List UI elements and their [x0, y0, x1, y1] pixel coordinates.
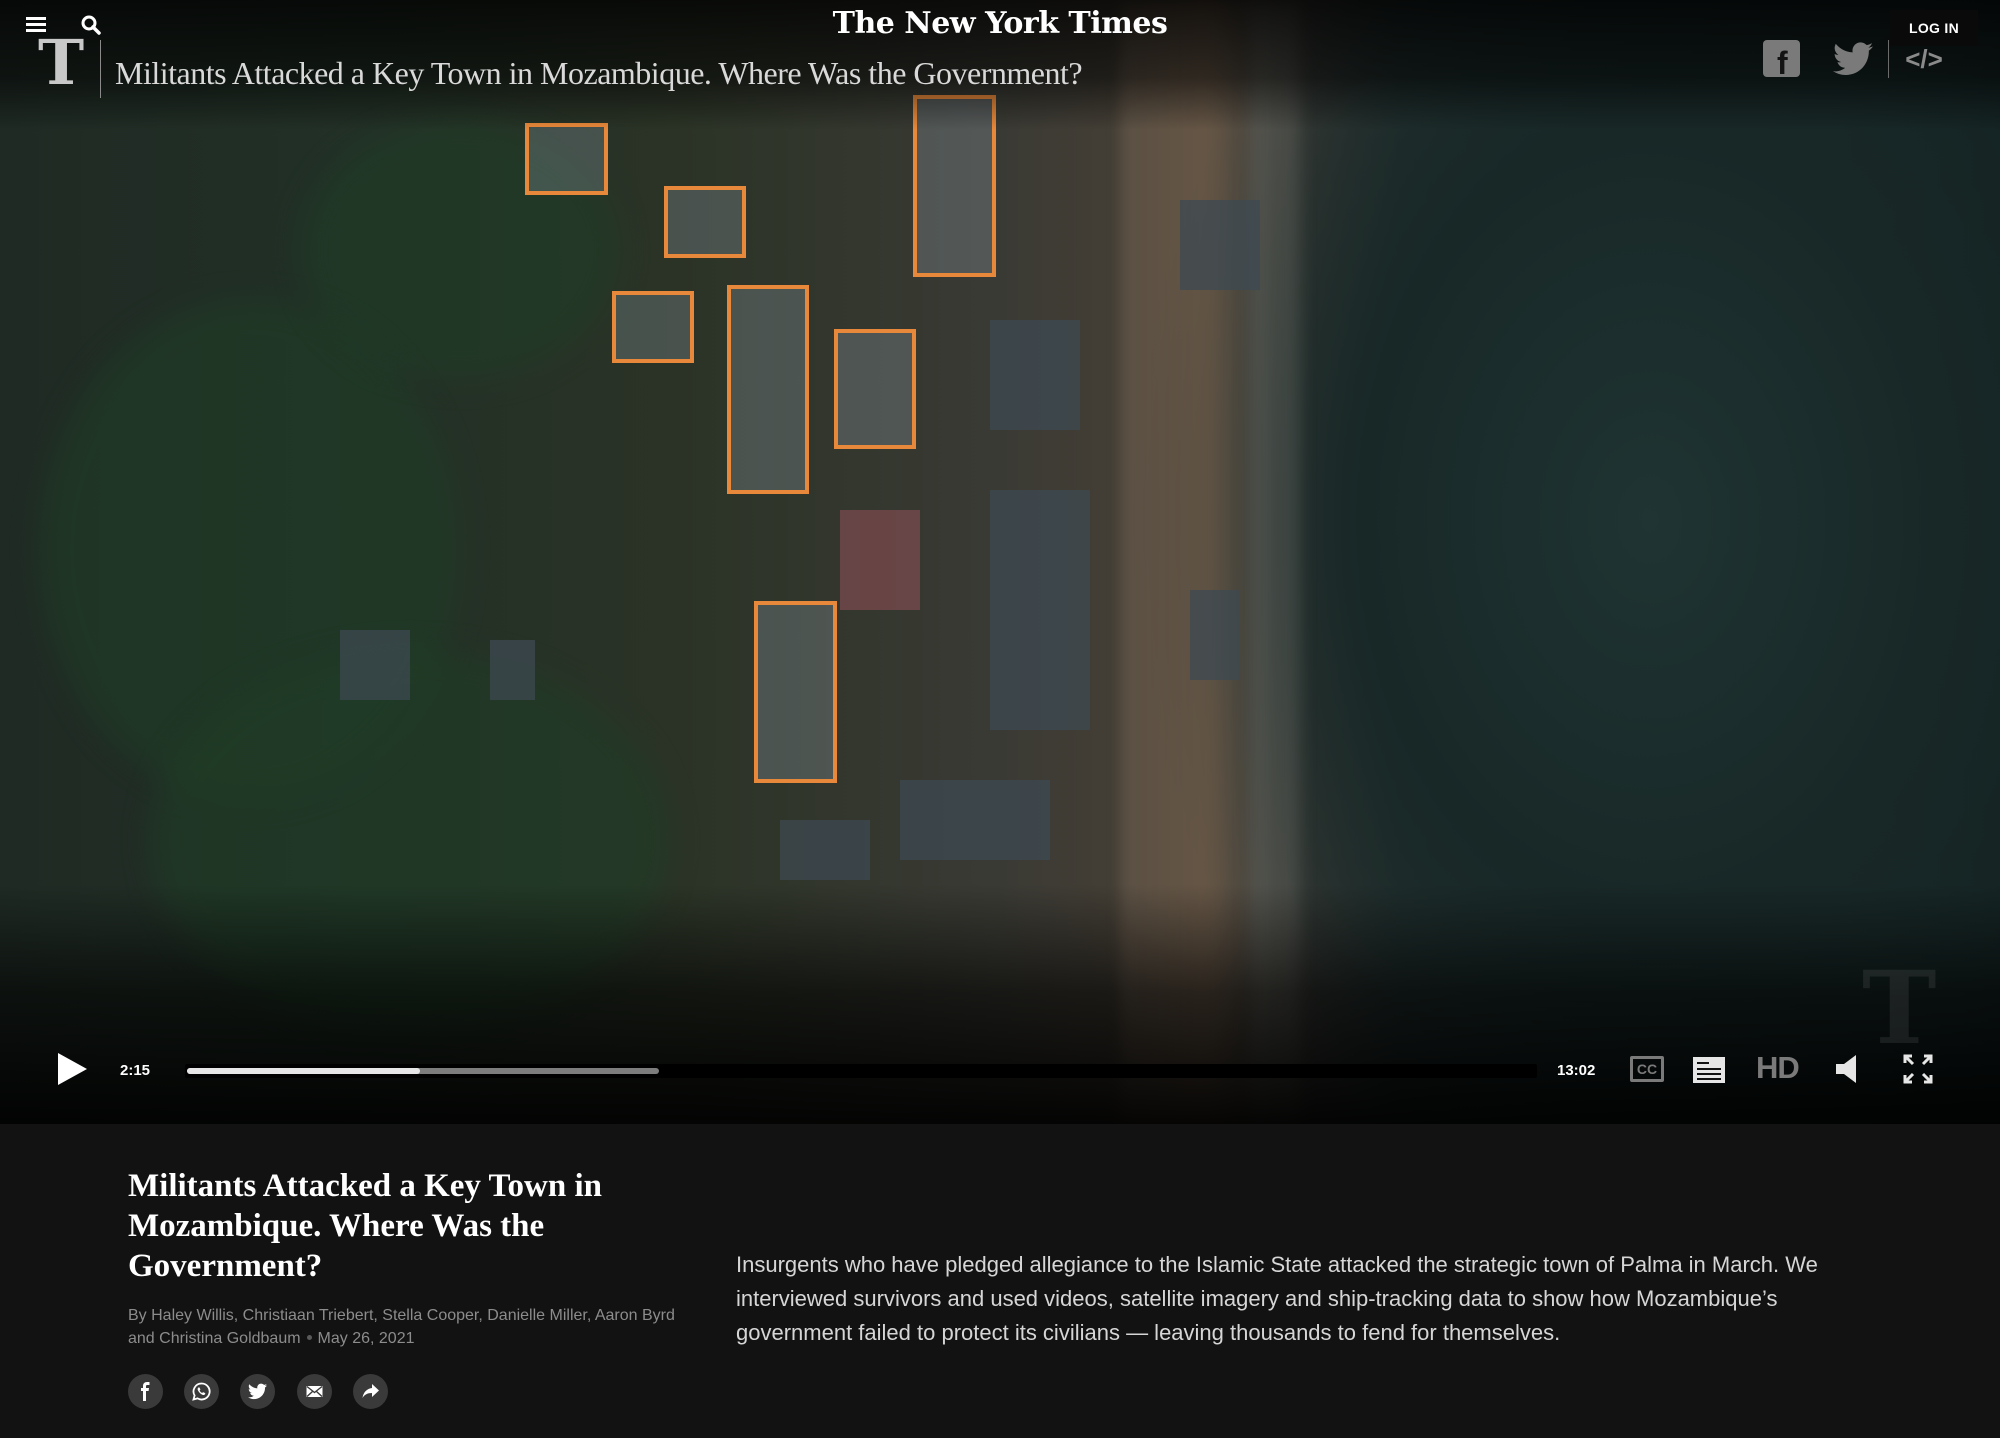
building: [1180, 200, 1260, 290]
twitter-share-icon[interactable]: [1833, 42, 1873, 76]
embed-code-icon[interactable]: </>: [1904, 44, 1944, 74]
building: [490, 640, 535, 700]
damage-highlight-box: [525, 123, 608, 195]
whatsapp-share-button[interactable]: [184, 1374, 219, 1409]
transcript-icon[interactable]: [1693, 1057, 1725, 1083]
article-headline: Militants Attacked a Key Town in Mozambi…: [128, 1168, 602, 1284]
email-share-button[interactable]: [297, 1374, 332, 1409]
building: [840, 510, 920, 610]
byline: By Haley Willis, Christiaan Triebert, St…: [128, 1304, 688, 1350]
share-divider: [1888, 40, 1889, 78]
building: [780, 820, 870, 880]
building: [990, 490, 1090, 730]
facebook-icon: [141, 1382, 150, 1401]
play-icon[interactable]: [56, 1052, 88, 1086]
login-button[interactable]: LOG IN: [1890, 10, 1978, 46]
nyt-t-logo-icon[interactable]: T: [38, 32, 84, 94]
nyt-masthead-logo[interactable]: The New York Times: [0, 6, 2000, 41]
facebook-glyph: f: [1777, 45, 1788, 81]
building: [990, 320, 1080, 430]
building: [900, 780, 1050, 860]
building: [340, 630, 410, 700]
damage-highlight-box: [834, 329, 916, 449]
controls-gradient: [0, 884, 2000, 1124]
email-icon: [306, 1385, 323, 1398]
current-time: 2:15: [120, 1062, 151, 1079]
hd-quality-icon[interactable]: HD: [1756, 1052, 1806, 1084]
damage-highlight-box: [754, 601, 837, 783]
byline-separator: [306, 1334, 312, 1340]
damage-highlight-box: [664, 186, 746, 258]
twitter-icon: [248, 1383, 267, 1400]
facebook-share-icon[interactable]: f: [1763, 40, 1800, 81]
duration: 13:02: [1557, 1062, 1596, 1079]
video-info-panel: Militants Attacked a Key Town in Mozambi…: [0, 1124, 2000, 1438]
video-title: Militants Attacked a Key Town in Mozambi…: [115, 55, 1083, 91]
volume-icon[interactable]: [1836, 1054, 1860, 1084]
progress-played: [187, 1068, 421, 1074]
damage-highlight-box: [727, 285, 809, 494]
fullscreen-icon[interactable]: [1903, 1054, 1933, 1084]
whatsapp-icon: [192, 1382, 211, 1401]
nyt-watermark-logo: T: [1862, 949, 1937, 1067]
closed-captions-icon[interactable]: CC: [1630, 1056, 1664, 1082]
damage-highlight-box: [612, 291, 694, 363]
building: [1190, 590, 1240, 680]
share-arrow-icon: [362, 1384, 379, 1398]
article-summary: Insurgents who have pledged allegiance t…: [736, 1252, 1818, 1345]
video-player[interactable]: The New York Times T Militants Attacked …: [0, 0, 2000, 1124]
publish-date: May 26, 2021: [317, 1330, 415, 1347]
twitter-share-button[interactable]: [240, 1374, 275, 1409]
facebook-share-button[interactable]: [128, 1374, 163, 1409]
title-divider: [100, 40, 101, 98]
progress-scrubber[interactable]: [185, 1064, 1537, 1078]
more-share-button[interactable]: [353, 1374, 388, 1409]
